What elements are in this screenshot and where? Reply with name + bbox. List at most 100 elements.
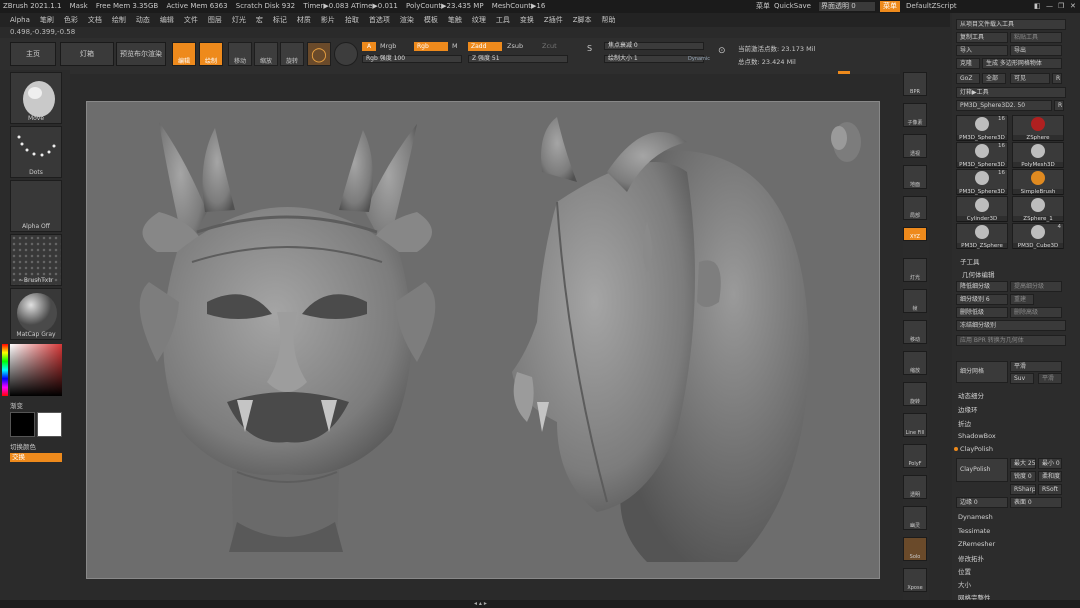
edge-slider[interactable]: 边缘 0: [956, 497, 1008, 508]
menu-item[interactable]: 色彩: [64, 16, 78, 24]
menu-item[interactable]: 灯光: [232, 16, 246, 24]
material-sphere-icon[interactable]: [334, 42, 358, 66]
material-selector[interactable]: MatCap Gray: [10, 288, 62, 340]
divide-button[interactable]: 细分网格: [956, 361, 1008, 383]
shelf-button[interactable]: 移动: [903, 320, 927, 344]
paste-tool-button[interactable]: 粘贴工具: [1010, 32, 1062, 43]
tessimate-header[interactable]: Tessimate: [958, 527, 990, 535]
menu-item[interactable]: 材质: [297, 16, 311, 24]
menu-item[interactable]: 文件: [184, 16, 198, 24]
brush-selector[interactable]: Move: [10, 72, 62, 124]
texture-selector[interactable]: ~BrushTxtr: [10, 234, 62, 286]
menu-item[interactable]: Z脚本: [573, 16, 592, 24]
size-header[interactable]: 大小: [958, 579, 971, 589]
move-button[interactable]: 移动: [228, 42, 252, 66]
gradient-label[interactable]: 渐变: [10, 400, 23, 410]
tool-thumbnail[interactable]: PM3D_ZSphere: [956, 223, 1008, 249]
tool-thumbnail[interactable]: 16 PM3D_Sphere3D: [956, 115, 1008, 141]
apply-button[interactable]: 应用 BPR 转换为几何体: [956, 335, 1066, 346]
scale-button[interactable]: 缩放: [254, 42, 278, 66]
stroke-selector[interactable]: Dots: [10, 126, 62, 178]
rsoft-toggle[interactable]: RSoft: [1038, 484, 1062, 495]
del-higher-button[interactable]: 删除高级: [1010, 307, 1062, 318]
menu-item[interactable]: 文档: [88, 16, 102, 24]
close-icon[interactable]: ✕: [1070, 0, 1076, 13]
tool-thumbnail[interactable]: PolyMesh3D: [1012, 142, 1064, 168]
menu-item[interactable]: 宏: [256, 16, 263, 24]
shelf-button[interactable]: 子像素: [903, 103, 927, 127]
color-picker[interactable]: [2, 344, 62, 396]
shelf-button[interactable]: 地面: [903, 165, 927, 189]
rgb-intensity-slider[interactable]: Rgb 强度 100: [362, 55, 462, 63]
switch-color-button[interactable]: 切换颜色: [10, 441, 36, 451]
shelf-button[interactable]: 透明: [903, 475, 927, 499]
max-slider[interactable]: 最大 25: [1010, 458, 1036, 469]
menu-item[interactable]: 笔刷: [40, 16, 54, 24]
rsharp-toggle[interactable]: RSharp: [1010, 484, 1036, 495]
shelf-button[interactable]: Xpose: [903, 568, 927, 592]
restore-icon[interactable]: ❐: [1058, 0, 1064, 13]
menu-item[interactable]: 帮助: [602, 16, 616, 24]
menu-item[interactable]: Z插件: [544, 16, 563, 24]
menu-item[interactable]: 笔触: [448, 16, 462, 24]
focal-shift-slider[interactable]: 焦点衰减 0: [604, 42, 704, 50]
edit-button[interactable]: 编辑: [172, 42, 196, 66]
shelf-button[interactable]: 透视: [903, 134, 927, 158]
position-header[interactable]: 位置: [958, 566, 971, 576]
shelf-button[interactable]: 灯光: [903, 258, 927, 282]
suv-toggle[interactable]: Suv: [1010, 373, 1034, 384]
tool-thumbnail[interactable]: 4 PM3D_Cube3D: [1012, 223, 1064, 249]
menu-item[interactable]: 绘制: [112, 16, 126, 24]
shelf-button[interactable]: Line Fill: [903, 413, 927, 437]
menu-item[interactable]: 渲染: [400, 16, 414, 24]
shelf-button[interactable]: Solo: [903, 537, 927, 561]
zadd-toggle[interactable]: Zadd: [468, 42, 502, 51]
r-button-2[interactable]: R: [1054, 100, 1064, 111]
all-button[interactable]: 全部: [982, 73, 1006, 84]
higher-res-button[interactable]: 提高细分级: [1010, 281, 1062, 292]
del-lower-button[interactable]: 删除低级: [956, 307, 1008, 318]
shelf-button[interactable]: XYZ: [903, 227, 927, 241]
minimize-icon[interactable]: —: [1046, 0, 1053, 13]
tool-thumbnail[interactable]: Cylinder3D: [956, 196, 1008, 222]
shelf-button[interactable]: 帧: [903, 289, 927, 313]
menu-item[interactable]: 拾取: [345, 16, 359, 24]
lightbox-tools-button[interactable]: 灯箱▶工具: [956, 87, 1066, 98]
dynamesh-header[interactable]: Dynamesh: [958, 513, 993, 521]
lower-res-button[interactable]: 降低细分级: [956, 281, 1008, 292]
menu-item[interactable]: 图层: [208, 16, 222, 24]
lightbox-button[interactable]: 灯箱: [60, 42, 114, 66]
menu-item[interactable]: 工具: [496, 16, 510, 24]
hue-strip[interactable]: [2, 344, 8, 396]
menu-item[interactable]: 首选项: [369, 16, 390, 24]
import-button[interactable]: 导入: [956, 45, 1008, 56]
dynamic-subdiv-header[interactable]: 动态细分: [958, 390, 984, 400]
shelf-button[interactable]: BPR: [903, 72, 927, 96]
tool-thumbnail[interactable]: ZSphere: [1012, 115, 1064, 141]
load-from-project-button[interactable]: 从项目文件载入工具: [956, 19, 1066, 30]
menu-item[interactable]: 动态: [136, 16, 150, 24]
gyro-icon[interactable]: ◯: [307, 42, 331, 66]
menu-item[interactable]: 模板: [424, 16, 438, 24]
shelf-button[interactable]: 局部: [903, 196, 927, 220]
r-button[interactable]: R: [1052, 73, 1062, 84]
export-button[interactable]: 导出: [1010, 45, 1062, 56]
quicksave-button[interactable]: QuickSave: [774, 0, 811, 13]
sdiv-slider[interactable]: 细分级别 6: [956, 294, 1008, 305]
expand-arrows-icon[interactable]: ◂ ▴ ▸: [474, 600, 487, 607]
geometry-header[interactable]: 几何体编辑: [962, 269, 995, 279]
modify-topology-header[interactable]: 修改拓扑: [958, 553, 984, 563]
menu-item[interactable]: Alpha: [10, 16, 30, 24]
rotate-button[interactable]: 旋转: [280, 42, 304, 66]
tool-thumbnail[interactable]: 16 PM3D_Sphere3D: [956, 142, 1008, 168]
make-polymesh-button[interactable]: 生成 多边形网格物体: [982, 58, 1062, 69]
transparency-slider[interactable]: 界面透明 0: [818, 1, 876, 12]
menu-item[interactable]: 标记: [273, 16, 287, 24]
zremesher-header[interactable]: ZRemesher: [958, 540, 995, 548]
edge-loop-header[interactable]: 边缘环: [958, 404, 978, 414]
mrgb-toggle[interactable]: Mrgb: [380, 42, 396, 50]
smooth-toggle[interactable]: 平滑: [1010, 361, 1062, 372]
goz-button[interactable]: GoZ: [956, 73, 980, 84]
clone-button[interactable]: 克隆: [956, 58, 980, 69]
alternate-button[interactable]: 交换: [10, 453, 62, 462]
